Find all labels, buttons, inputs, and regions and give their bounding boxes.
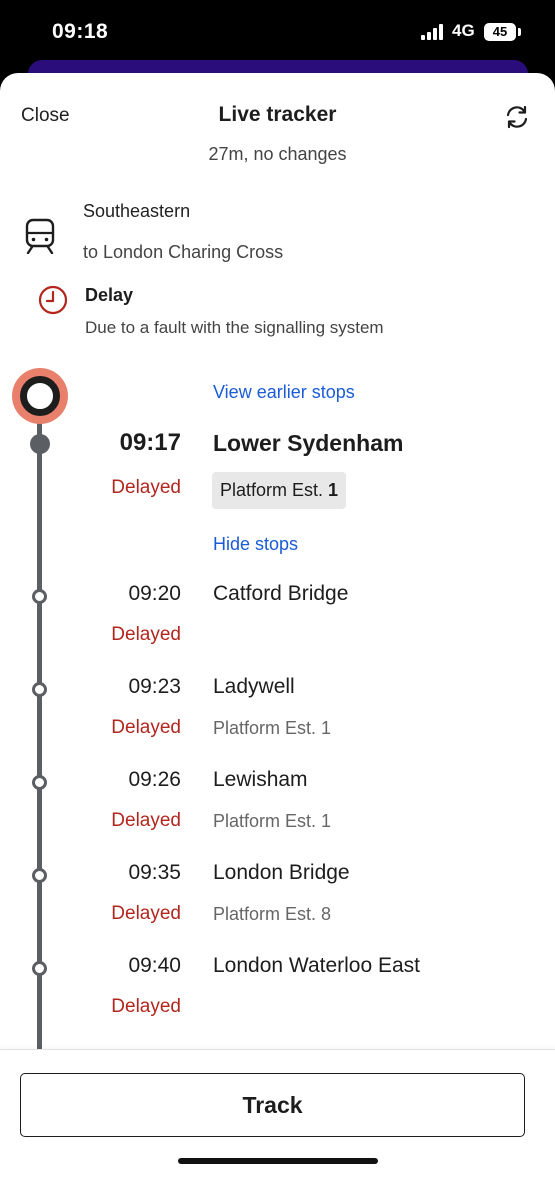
home-indicator[interactable] — [178, 1158, 378, 1164]
status-bar: 09:18 4G 45 — [0, 0, 555, 62]
stop-station: Catford Bridge — [213, 582, 349, 605]
stop-dot — [32, 682, 47, 697]
stop-dot — [32, 775, 47, 790]
screen: 09:18 4G 45 Close Live tracker 27m, no c… — [0, 0, 555, 1200]
stop-dot-current — [30, 434, 50, 454]
footer: Track — [0, 1049, 555, 1200]
signal-icon — [421, 24, 445, 40]
hide-stops-link[interactable]: Hide stops — [213, 534, 298, 555]
stop-station: Lewisham — [213, 768, 308, 791]
refresh-icon[interactable] — [503, 103, 531, 131]
operator-name: Southeastern — [83, 201, 191, 221]
delay-title: Delay — [85, 285, 134, 305]
stop-status: Delayed — [111, 717, 181, 738]
network-label: 4G — [452, 21, 475, 40]
stop-time: 09:20 — [128, 582, 181, 605]
page-title: Live tracker — [218, 103, 337, 126]
stop-platform: Platform Est. 1 — [213, 718, 332, 738]
live-tracker-sheet: Close Live tracker 27m, no changes South… — [0, 73, 555, 1200]
stop-dot — [32, 589, 47, 604]
current-stop-station: Lower Sydenham — [213, 430, 404, 456]
stop-status: Delayed — [111, 810, 181, 831]
stop-status: Delayed — [111, 903, 181, 924]
destination: to London Charing Cross — [83, 242, 284, 262]
stop-platform: Platform Est. 8 — [213, 904, 332, 924]
current-position-marker — [12, 368, 68, 424]
journey-summary: 27m, no changes — [208, 144, 347, 164]
stop-dot — [32, 868, 47, 883]
stop-time: 09:26 — [128, 768, 181, 791]
track-button[interactable]: Track — [20, 1073, 525, 1137]
stop-time: 09:35 — [128, 861, 181, 884]
platform-chip-label: Platform Est. — [220, 480, 324, 500]
current-stop-status: Delayed — [111, 477, 181, 498]
view-earlier-stops-link[interactable]: View earlier stops — [213, 382, 355, 403]
journey-line — [37, 398, 42, 1053]
stop-station: London Bridge — [213, 861, 350, 884]
battery-tip — [518, 28, 521, 36]
platform-chip: Platform Est. 1 — [212, 472, 347, 509]
status-time: 09:18 — [52, 20, 109, 43]
stop-platform: Platform Est. 1 — [213, 811, 332, 831]
battery-icon: 45 — [484, 23, 516, 41]
current-stop-time: 09:17 — [119, 429, 181, 456]
stop-status: Delayed — [111, 996, 181, 1017]
stop-status: Delayed — [111, 624, 181, 645]
stop-station: London Waterloo East — [213, 954, 421, 977]
stop-station: Ladywell — [213, 675, 295, 698]
delay-reason: Due to a fault with the signalling syste… — [85, 318, 384, 337]
stop-time: 09:40 — [128, 954, 181, 977]
stop-time: 09:23 — [128, 675, 181, 698]
clock-icon — [38, 285, 68, 315]
train-icon — [25, 218, 55, 254]
platform-chip-number: 1 — [328, 480, 339, 500]
stop-dot — [32, 961, 47, 976]
